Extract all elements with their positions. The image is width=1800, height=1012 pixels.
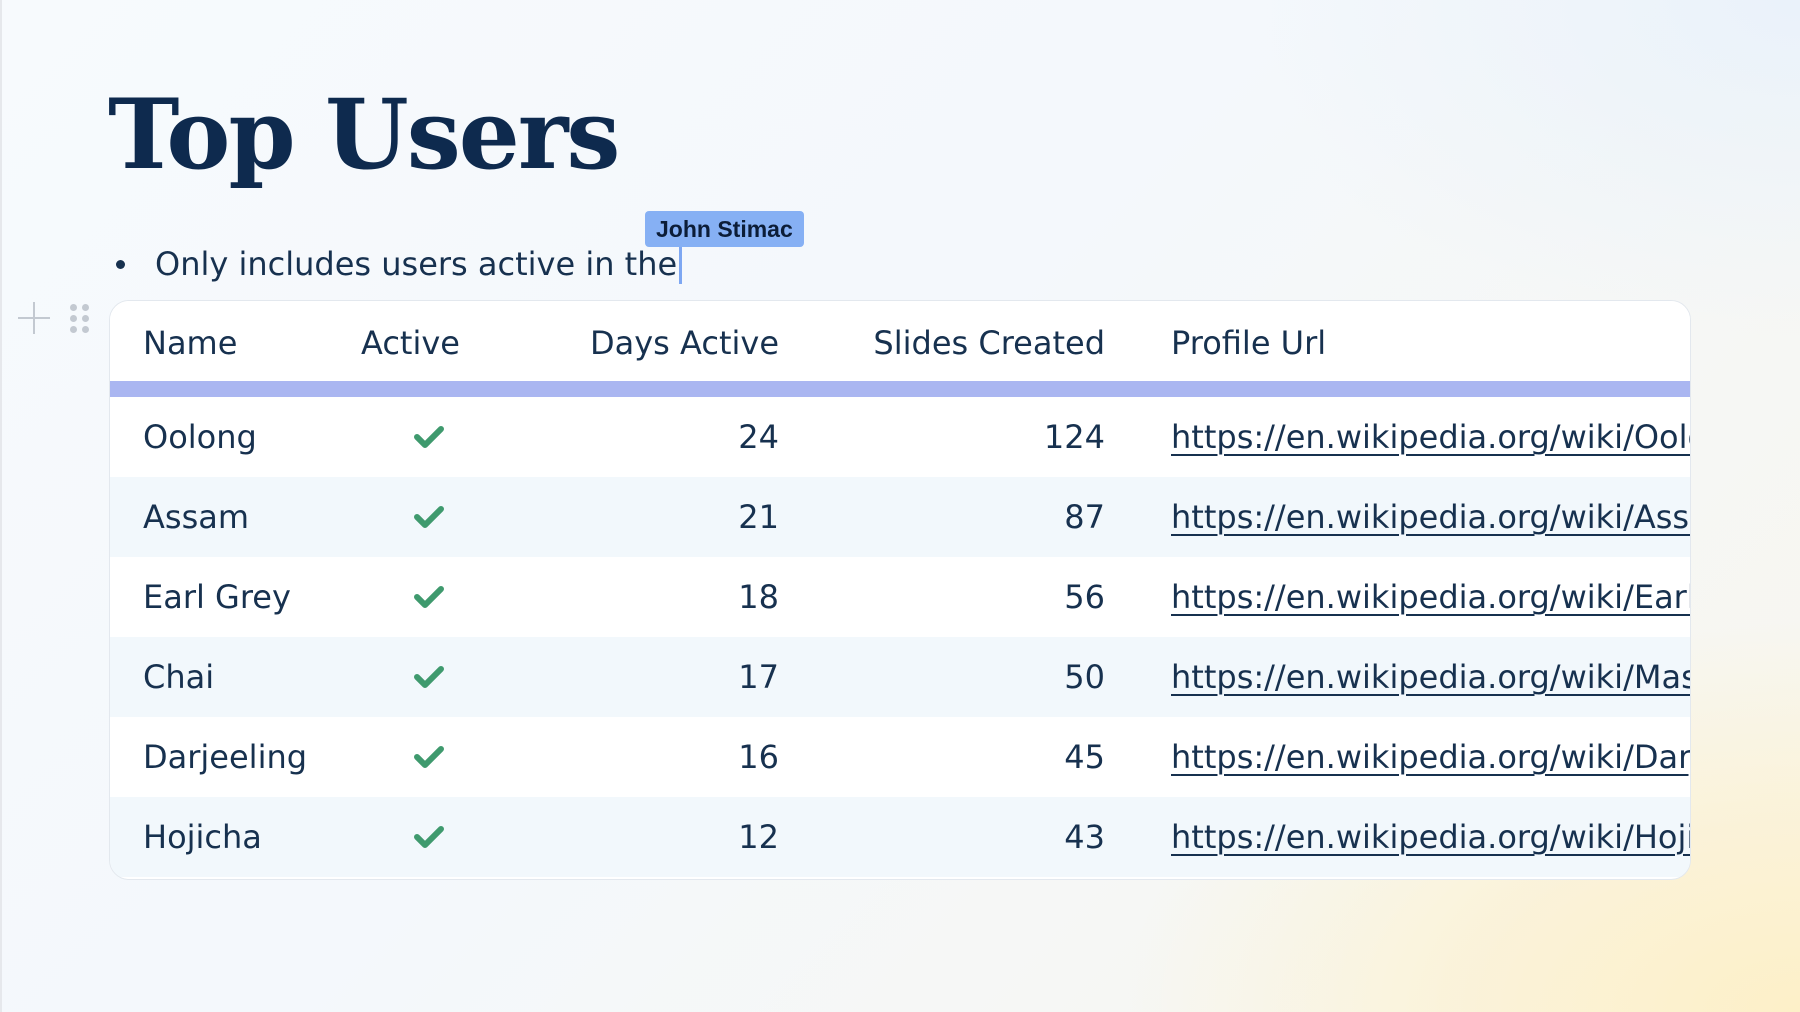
bullet-text[interactable]: Only includes users active in the bbox=[155, 245, 677, 283]
cell-name[interactable]: Earl Grey bbox=[143, 557, 291, 637]
cell-active[interactable] bbox=[413, 397, 445, 477]
table-row: Hojicha 12 43 https://en.wikipedia.org/w… bbox=[110, 797, 1690, 877]
cell-active[interactable] bbox=[413, 637, 445, 717]
header-name[interactable]: Name bbox=[143, 301, 237, 381]
profile-link[interactable]: https://en.wikipedia.org/wiki/Oolong bbox=[1171, 418, 1690, 456]
header-days-active[interactable]: Days Active bbox=[590, 301, 779, 381]
checkmark-icon bbox=[414, 666, 444, 688]
cell-active[interactable] bbox=[413, 557, 445, 637]
checkmark-icon bbox=[414, 746, 444, 768]
cell-name[interactable]: Darjeeling bbox=[143, 717, 307, 797]
cell-active[interactable] bbox=[413, 477, 445, 557]
cell-profile-url: https://en.wikipedia.org/wiki/Masala_cha… bbox=[1171, 637, 1690, 717]
cell-slides-created[interactable]: 56 bbox=[1064, 557, 1105, 637]
checkmark-icon bbox=[414, 426, 444, 448]
collaborator-cursor bbox=[679, 244, 683, 284]
checkmark-icon bbox=[414, 826, 444, 848]
header-active[interactable]: Active bbox=[361, 301, 460, 381]
table-row: Chai 17 50 https://en.wikipedia.org/wiki… bbox=[110, 637, 1690, 717]
cell-profile-url: https://en.wikipedia.org/wiki/Earl_Grey_… bbox=[1171, 557, 1690, 637]
cell-slides-created[interactable]: 50 bbox=[1064, 637, 1105, 717]
cell-active[interactable] bbox=[413, 797, 445, 877]
slide-title[interactable]: Top Users bbox=[108, 78, 620, 191]
profile-link[interactable]: https://en.wikipedia.org/wiki/Assam_tea bbox=[1171, 498, 1690, 536]
plus-icon[interactable] bbox=[18, 302, 50, 334]
bullet-dot bbox=[116, 259, 125, 269]
block-controls bbox=[18, 302, 89, 334]
checkmark-icon bbox=[414, 506, 444, 528]
table-row: Assam 21 87 https://en.wikipedia.org/wik… bbox=[110, 477, 1690, 557]
cell-days-active[interactable]: 12 bbox=[738, 797, 779, 877]
cell-days-active[interactable]: 24 bbox=[738, 397, 779, 477]
profile-link[interactable]: https://en.wikipedia.org/wiki/Masala_cha… bbox=[1171, 658, 1690, 696]
cell-slides-created[interactable]: 124 bbox=[1044, 397, 1105, 477]
bullet-item[interactable]: Only includes users active in the bbox=[116, 244, 683, 284]
cell-slides-created[interactable]: 87 bbox=[1064, 477, 1105, 557]
table-header-row: Name Active Days Active Slides Created P… bbox=[110, 301, 1690, 381]
cell-profile-url: https://en.wikipedia.org/wiki/Oolong bbox=[1171, 397, 1690, 477]
table-row: Darjeeling 16 45 https://en.wikipedia.or… bbox=[110, 717, 1690, 797]
table-row: Earl Grey 18 56 https://en.wikipedia.org… bbox=[110, 557, 1690, 637]
profile-link[interactable]: https://en.wikipedia.org/wiki/Earl_Grey_… bbox=[1171, 578, 1690, 616]
cell-name[interactable]: Chai bbox=[143, 637, 214, 717]
profile-link[interactable]: https://en.wikipedia.org/wiki/Hojicha bbox=[1171, 818, 1690, 856]
checkmark-icon bbox=[414, 586, 444, 608]
cell-days-active[interactable]: 21 bbox=[738, 477, 779, 557]
table-row: Oolong 24 124 https://en.wikipedia.org/w… bbox=[110, 397, 1690, 477]
cell-profile-url: https://en.wikipedia.org/wiki/Darjeeling… bbox=[1171, 717, 1690, 797]
cell-profile-url: https://en.wikipedia.org/wiki/Assam_tea bbox=[1171, 477, 1690, 557]
cell-name[interactable]: Oolong bbox=[143, 397, 257, 477]
profile-link[interactable]: https://en.wikipedia.org/wiki/Darjeeling… bbox=[1171, 738, 1690, 776]
page-left-border bbox=[0, 0, 2, 1012]
header-divider-bar bbox=[110, 381, 1690, 397]
cell-slides-created[interactable]: 45 bbox=[1064, 717, 1105, 797]
users-table: Name Active Days Active Slides Created P… bbox=[109, 300, 1691, 880]
header-profile-url[interactable]: Profile Url bbox=[1171, 301, 1690, 381]
cell-slides-created[interactable]: 43 bbox=[1064, 797, 1105, 877]
cell-profile-url: https://en.wikipedia.org/wiki/Hojicha bbox=[1171, 797, 1690, 877]
cell-name[interactable]: Hojicha bbox=[143, 797, 262, 877]
cell-days-active[interactable]: 17 bbox=[738, 637, 779, 717]
cell-name[interactable]: Assam bbox=[143, 477, 249, 557]
cell-active[interactable] bbox=[413, 717, 445, 797]
header-slides-created[interactable]: Slides Created bbox=[873, 301, 1105, 381]
cell-days-active[interactable]: 16 bbox=[738, 717, 779, 797]
drag-handle-icon[interactable] bbox=[70, 303, 89, 333]
cell-days-active[interactable]: 18 bbox=[738, 557, 779, 637]
collaborator-tag: John Stimac bbox=[645, 211, 804, 247]
